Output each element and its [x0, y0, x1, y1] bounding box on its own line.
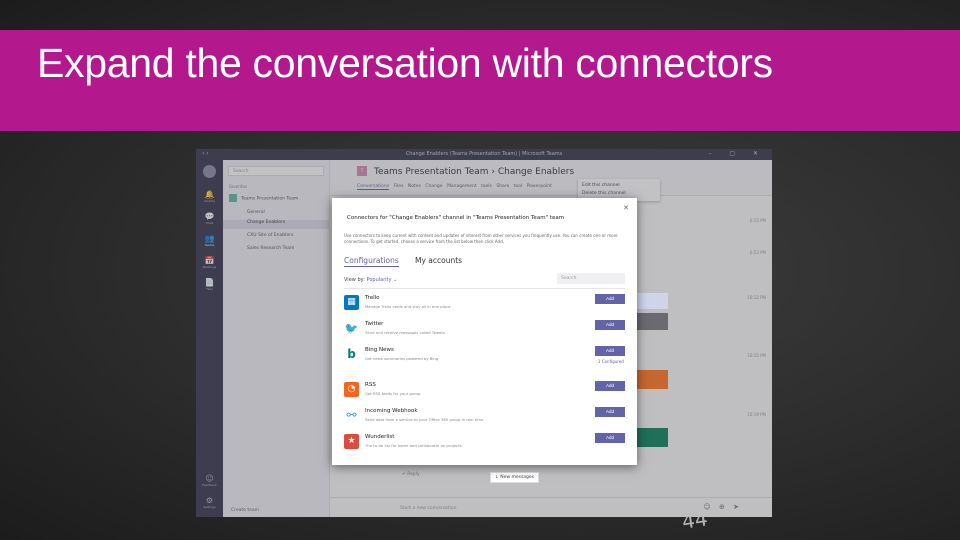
- connectors-dialog: ✕ Connectors for "Change Enablers" chann…: [332, 198, 637, 465]
- add-incoming-webhook-button[interactable]: Add: [595, 407, 625, 417]
- connector-description: Get RSS feeds for your group: [365, 391, 421, 396]
- connector-name: Wunderlist: [365, 434, 395, 440]
- connector-description: Manage Trello cards and stay all in one …: [365, 304, 451, 309]
- trello-icon: ▦: [344, 295, 359, 310]
- new-messages-button[interactable]: ↓ New messages: [490, 472, 540, 483]
- view-by-label: View by:: [344, 277, 365, 283]
- webhook-icon: ⚯: [344, 408, 359, 423]
- connector-row-rss: ◔ RSS Get RSS feeds for your group Add: [344, 380, 626, 404]
- chevron-down-icon: ⌄: [393, 277, 398, 283]
- connector-description: The to-do list for home and collaborate …: [365, 443, 462, 448]
- message-card-stripe: [637, 293, 668, 309]
- connector-description: Get news summaries powered by Bing: [365, 356, 439, 361]
- connector-row-twitter: 🐦 Twitter Send and receive messages call…: [344, 319, 626, 343]
- add-wunderlist-button[interactable]: Add: [595, 433, 625, 443]
- connector-row-bing-news: b Bing News Get news summaries powered b…: [344, 345, 626, 369]
- connector-row-wunderlist: ★ Wunderlist The to-do list for home and…: [344, 432, 626, 456]
- divider: [344, 288, 626, 289]
- message-card-stripe: [637, 370, 668, 389]
- add-twitter-button[interactable]: Add: [595, 320, 625, 330]
- tab-configurations[interactable]: Configurations: [344, 256, 399, 267]
- twitter-icon: 🐦: [344, 321, 359, 336]
- connector-row-incoming-webhook: ⚯ Incoming Webhook Send data from a serv…: [344, 406, 626, 430]
- add-bing-news-button[interactable]: Add: [595, 346, 625, 356]
- connector-description: Send and receive messages called Tweets: [365, 330, 445, 335]
- dialog-description: Use connectors to keep current with cont…: [344, 233, 618, 244]
- slide-title: Expand the conversation with connectors: [37, 40, 773, 86]
- connector-search-input[interactable]: Search: [557, 273, 625, 284]
- bing-icon: b: [344, 347, 359, 362]
- add-rss-button[interactable]: Add: [595, 381, 625, 391]
- connector-name: RSS: [365, 382, 376, 388]
- add-trello-button[interactable]: Add: [595, 294, 625, 304]
- tab-my-accounts[interactable]: My accounts: [415, 256, 462, 265]
- view-by-value: Popularity: [366, 277, 392, 283]
- close-icon[interactable]: ✕: [623, 204, 629, 212]
- message-card-stripe: [637, 428, 668, 447]
- connector-row-trello: ▦ Trello Manage Trello cards and stay al…: [344, 293, 626, 317]
- connector-name: Twitter: [365, 321, 384, 327]
- slide-title-band: Expand the conversation with connectors: [0, 30, 960, 131]
- configured-count-link[interactable]: 1 Configured: [598, 359, 624, 364]
- rss-icon: ◔: [344, 382, 359, 397]
- dialog-title: Connectors for "Change Enablers" channel…: [347, 215, 565, 221]
- wunderlist-icon: ★: [344, 434, 359, 449]
- reply-button[interactable]: ↵ Reply: [402, 472, 420, 477]
- connector-name: Incoming Webhook: [365, 408, 418, 414]
- connector-description: Send data from a service to your Office …: [365, 417, 484, 422]
- message-card-stripe: [637, 313, 668, 330]
- connector-name: Trello: [365, 295, 380, 301]
- connector-name: Bing News: [365, 347, 394, 353]
- view-by-dropdown[interactable]: View by: Popularity ⌄: [344, 277, 397, 283]
